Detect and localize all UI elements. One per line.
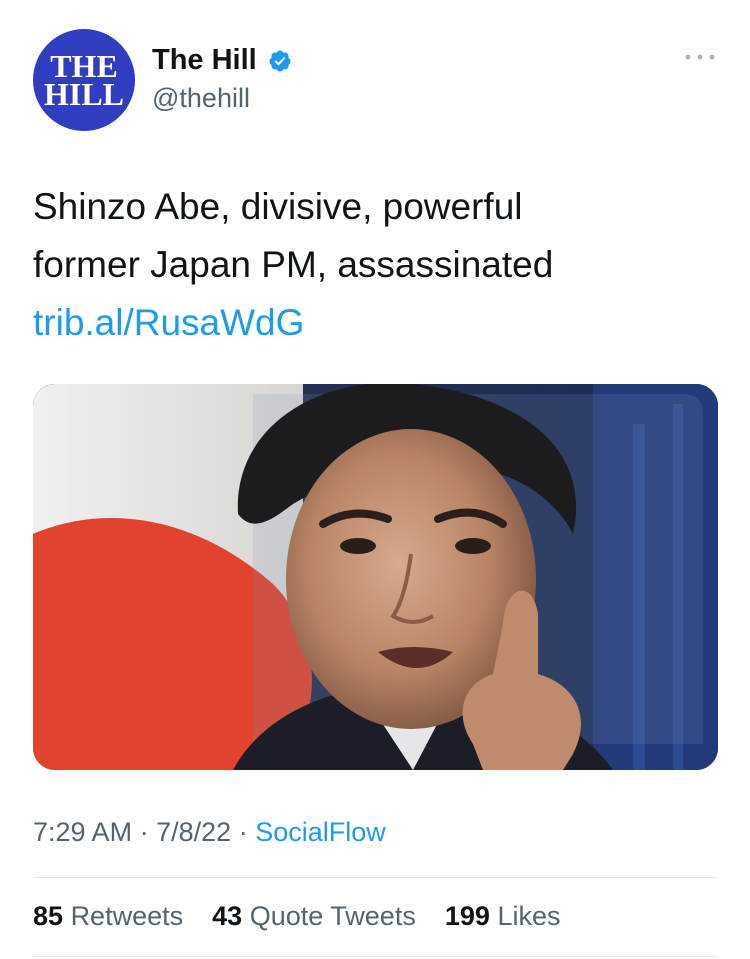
tweet-stats: 85 Retweets 43 Quote Tweets 199 Likes <box>33 901 560 932</box>
quote-tweets-count: 43 <box>212 901 243 931</box>
avatar-text-line2: HILL <box>43 76 125 112</box>
tweet-photo[interactable] <box>33 384 718 770</box>
tweet-date[interactable]: 7/8/22 <box>156 817 231 847</box>
account-handle[interactable]: @thehill <box>152 83 250 114</box>
photo-illustration <box>33 384 718 770</box>
retweets-count: 85 <box>33 901 64 931</box>
retweets-label: Retweets <box>70 901 184 931</box>
avatar[interactable]: THE HILL <box>33 29 135 131</box>
more-options-icon[interactable] <box>684 47 716 67</box>
likes-label: Likes <box>497 901 561 931</box>
divider <box>33 956 718 957</box>
display-name[interactable]: The Hill <box>152 44 257 77</box>
tweet-text-line: Shinzo Abe, divisive, powerful <box>33 186 523 227</box>
quote-tweets-stat[interactable]: 43 Quote Tweets <box>212 901 423 931</box>
likes-stat[interactable]: 199 Likes <box>445 901 561 931</box>
tweet-source[interactable]: SocialFlow <box>255 817 386 847</box>
retweets-stat[interactable]: 85 Retweets <box>33 901 191 931</box>
quote-tweets-label: Quote Tweets <box>249 901 416 931</box>
tweet-time[interactable]: 7:29 AM <box>33 817 132 847</box>
tweet-link[interactable]: trib.al/RusaWdG <box>33 294 713 352</box>
tweet-metadata: 7:29 AM · 7/8/22 · SocialFlow <box>33 817 386 848</box>
verified-badge-icon <box>269 50 291 72</box>
likes-count: 199 <box>444 901 490 931</box>
tweet-text: Shinzo Abe, divisive, powerful former Ja… <box>33 178 713 352</box>
meta-separator: · <box>139 817 149 847</box>
divider <box>33 877 718 878</box>
meta-separator: · <box>238 817 248 847</box>
tweet-text-line: former Japan PM, assassinated <box>33 244 554 285</box>
